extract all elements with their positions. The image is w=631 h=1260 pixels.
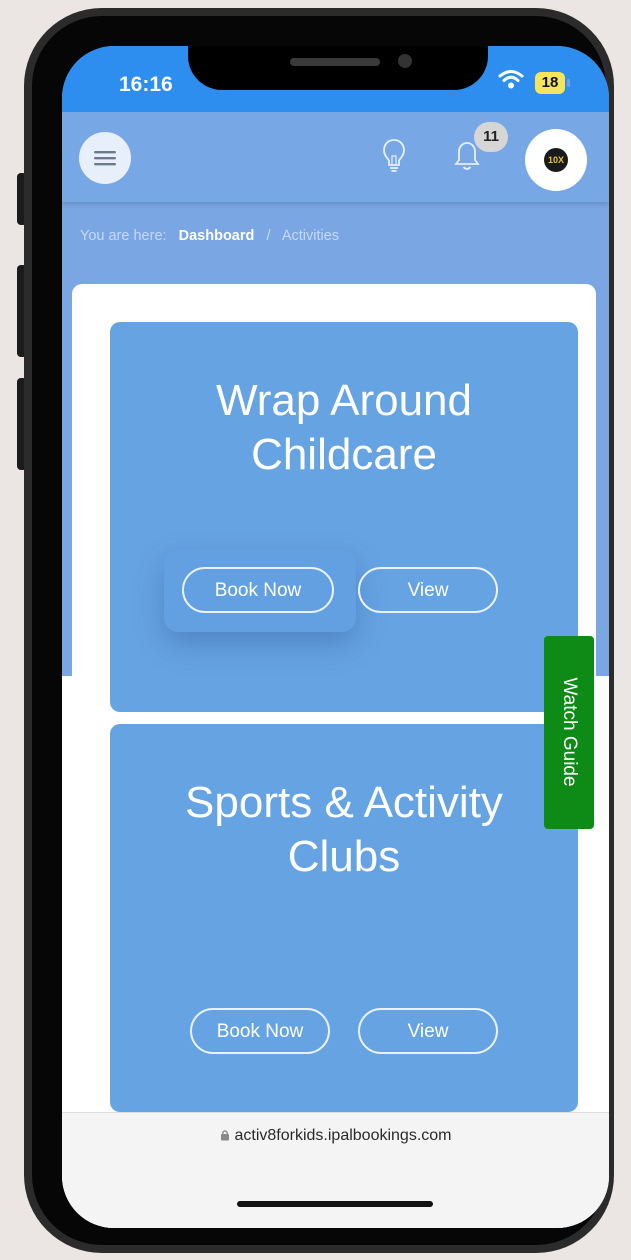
activity-card-wrap-around: Wrap Around Childcare Book Now View — [110, 322, 578, 712]
battery-level: 18 — [541, 74, 559, 91]
url-display[interactable]: activ8forkids.ipalbookings.com — [62, 1127, 609, 1145]
front-camera — [398, 54, 412, 68]
watch-guide-tab[interactable]: Watch Guide — [544, 636, 594, 829]
breadcrumb-prefix: You are here: — [80, 228, 167, 244]
browser-url-bar[interactable]: activ8forkids.ipalbookings.com — [62, 1112, 609, 1228]
home-indicator[interactable] — [237, 1201, 433, 1207]
view-button[interactable]: View — [358, 1008, 498, 1054]
view-button[interactable]: View — [358, 567, 498, 613]
breadcrumb-current: Activities — [281, 228, 340, 244]
wifi-icon — [498, 70, 524, 89]
app-header: 11 10X — [62, 112, 609, 202]
breadcrumb: You are here: Dashboard / Activities — [80, 228, 339, 244]
book-now-button[interactable]: Book Now — [182, 567, 334, 613]
camera-notch — [188, 46, 488, 90]
url-text: activ8forkids.ipalbookings.com — [234, 1127, 452, 1144]
notification-badge: 11 — [474, 122, 508, 152]
watch-guide-label: Watch Guide — [559, 677, 580, 787]
lightbulb-icon[interactable] — [382, 138, 406, 174]
avatar-logo: 10X — [544, 148, 568, 172]
activity-card-sports-clubs: Sports & Activity Clubs Book Now View — [110, 724, 578, 1112]
speaker-grille — [290, 58, 380, 66]
book-now-button[interactable]: Book Now — [190, 1008, 330, 1054]
hamburger-icon — [94, 151, 116, 166]
activities-panel: Wrap Around Childcare Book Now View Sport… — [72, 284, 596, 1228]
card-title: Sports & Activity Clubs — [185, 778, 503, 881]
battery-icon: 18 — [535, 72, 565, 94]
breadcrumb-separator: / — [266, 228, 271, 244]
status-time: 16:16 — [119, 73, 173, 96]
lock-icon — [220, 1130, 229, 1141]
battery-tip — [567, 79, 570, 87]
phone-screen: 16:16 18 11 10X You are here: Dashboard … — [62, 46, 609, 1228]
menu-button[interactable] — [79, 132, 131, 184]
breadcrumb-dashboard-link[interactable]: Dashboard — [179, 228, 255, 244]
avatar[interactable]: 10X — [525, 129, 587, 191]
card-title: Wrap Around Childcare — [215, 376, 472, 479]
status-bar: 16:16 18 — [62, 46, 609, 112]
